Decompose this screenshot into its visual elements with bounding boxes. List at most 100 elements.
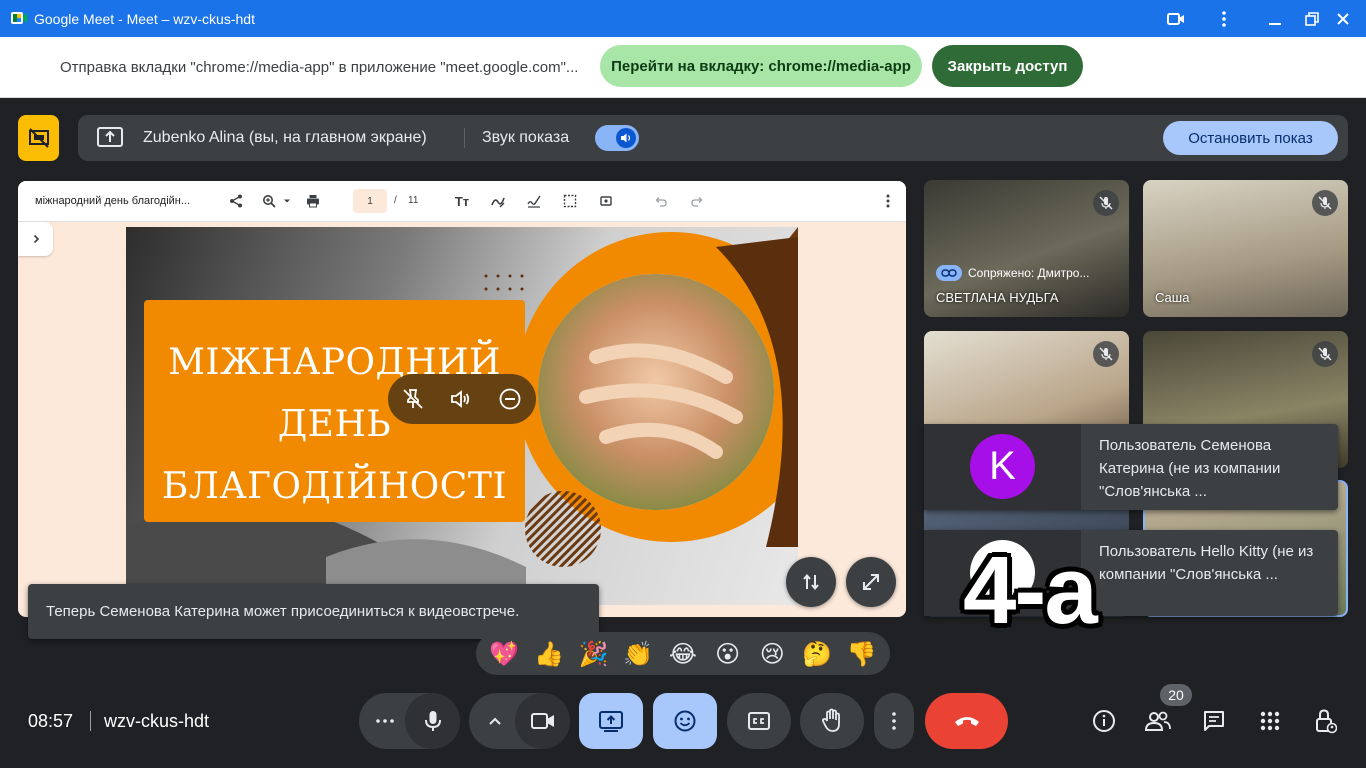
reaction-thumbs-up[interactable]: 👍 <box>531 640 567 668</box>
divider <box>90 711 91 731</box>
stop-sharing-button[interactable]: Остановить показ <box>1163 121 1338 155</box>
join-request-text: Пользователь Hello Kitty (не из компании… <box>1099 543 1314 583</box>
print-icon[interactable] <box>304 192 322 210</box>
volume-icon <box>616 128 636 148</box>
paired-device-chip: Сопряжено: Дмитро... <box>936 265 1089 281</box>
camera-button[interactable] <box>515 693 570 749</box>
close-access-button[interactable]: Закрыть доступ <box>932 45 1083 87</box>
meeting-info-icon[interactable] <box>1089 706 1119 736</box>
window-title: Google Meet - Meet – wzv-ckus-hdt <box>34 11 255 27</box>
videocam-icon <box>530 713 554 729</box>
participant-name: СВЕТЛАНА НУДЬГА <box>936 290 1059 305</box>
slide-title-line: БЛАГОДІЙНОСТІ <box>161 466 508 507</box>
join-request-text: Пользователь Семенова Катерина (не из ко… <box>1099 437 1281 500</box>
people-icon[interactable] <box>1143 706 1173 736</box>
participant-tile[interactable]: Саша <box>1143 180 1348 317</box>
camera-icon[interactable] <box>1165 8 1187 30</box>
reactions-bar: 💖 👍 🎉 👏 😂 😮 😢 🤔 👎 <box>476 632 890 675</box>
share-sound-label: Звук показа <box>482 129 570 146</box>
meet-logo-icon <box>10 9 28 27</box>
divider <box>464 128 465 148</box>
share-notice-message: Отправка вкладки "chrome://media-app" в … <box>60 59 579 76</box>
minimize-icon[interactable] <box>1264 8 1286 30</box>
chat-icon[interactable] <box>1199 706 1229 736</box>
paired-label: Сопряжено: Дмитро... <box>968 266 1090 280</box>
presenter-label: Zubenko Alina (вы, на главном экране) <box>143 129 427 146</box>
more-options-icon[interactable] <box>879 192 897 210</box>
meeting-code: wzv-ckus-hdt <box>104 711 210 731</box>
signature-icon[interactable] <box>525 192 543 210</box>
document-name: міжнародний день благодійн... <box>35 195 191 207</box>
unpin-icon[interactable] <box>401 387 425 411</box>
chevron-up-icon[interactable] <box>486 712 504 730</box>
swap-vert-icon[interactable] <box>786 557 836 607</box>
page-number-input[interactable]: 1 <box>353 189 387 213</box>
end-call-button[interactable] <box>925 693 1008 749</box>
kebab-menu-icon[interactable] <box>1213 8 1235 30</box>
presentation-off-icon[interactable] <box>18 115 59 161</box>
chevron-down-icon[interactable] <box>278 192 296 210</box>
share-icon[interactable] <box>227 192 245 210</box>
window-titlebar: Google Meet - Meet – wzv-ckus-hdt <box>0 0 1366 37</box>
zoom-icon[interactable] <box>260 192 278 210</box>
reaction-thinking[interactable]: 🤔 <box>799 640 835 668</box>
present-to-all-icon <box>599 711 623 732</box>
host-controls-icon[interactable] <box>1310 706 1340 736</box>
microphone-button[interactable] <box>405 693 460 749</box>
goto-tab-button[interactable]: Перейти на вкладку: chrome://media-app <box>600 45 922 87</box>
mic-off-icon <box>1093 190 1119 216</box>
participant-name: Саша <box>1155 290 1190 305</box>
pen-icon[interactable] <box>489 192 507 210</box>
page-total: 11 <box>408 195 419 206</box>
captions-button[interactable] <box>727 693 791 749</box>
fullscreen-icon[interactable] <box>846 557 896 607</box>
slide-title: МІЖНАРОДНИЙ ДЕНЬ БЛАГОДІЙНОСТІ <box>144 332 525 518</box>
join-request-card[interactable]: K Пользователь Семенова Катерина (не из … <box>924 424 1338 510</box>
media-viewer-toolbar: міжнародний день благодійн... 1 / 11 Tт <box>18 181 906 222</box>
close-icon[interactable] <box>1332 8 1354 30</box>
participant-count-badge: 20 <box>1160 684 1192 706</box>
meeting-clock: 08:57 <box>28 711 74 731</box>
emoji-icon <box>674 710 696 732</box>
select-area-icon[interactable] <box>561 192 579 210</box>
reaction-thumbs-down[interactable]: 👎 <box>844 640 880 668</box>
raise-hand-icon <box>821 708 840 732</box>
redo-icon[interactable] <box>688 192 706 210</box>
text-tool-icon[interactable]: Tт <box>453 192 471 210</box>
rotate-icon[interactable] <box>597 192 615 210</box>
present-screen-icon <box>96 125 124 151</box>
share-sound-toggle[interactable] <box>595 125 639 151</box>
volume-icon[interactable] <box>449 387 473 411</box>
emoji-reactions-button[interactable] <box>653 693 717 749</box>
present-screen-button[interactable] <box>579 693 643 749</box>
closed-caption-icon <box>748 712 770 730</box>
undo-icon[interactable] <box>652 192 670 210</box>
restore-icon[interactable] <box>1301 8 1323 30</box>
overlay-sticker-text: 4-а <box>963 537 1098 644</box>
mic-off-icon <box>1093 341 1119 367</box>
participant-tile[interactable]: Сопряжено: Дмитро... СВЕТЛАНА НУДЬГА <box>924 180 1129 317</box>
page-separator: / <box>394 195 397 206</box>
remove-circle-icon[interactable] <box>498 387 522 411</box>
chevron-right-icon[interactable] <box>18 222 53 256</box>
avatar: K <box>970 434 1035 499</box>
activities-icon[interactable] <box>1255 706 1285 736</box>
reaction-clapping[interactable]: 👏 <box>620 640 656 668</box>
link-icon <box>936 265 962 281</box>
reaction-joy[interactable]: 😂 <box>665 640 701 668</box>
more-options-button[interactable] <box>874 693 914 749</box>
snackbar-toast: Теперь Семенова Катерина может присоедин… <box>28 584 599 639</box>
more-audio-options-icon[interactable] <box>373 712 397 730</box>
media-overlay-controls <box>388 374 536 424</box>
microphone-icon <box>424 711 441 731</box>
slide-image: МІЖНАРОДНИЙ ДЕНЬ БЛАГОДІЙНОСТІ <box>126 227 798 605</box>
raise-hand-button[interactable] <box>800 693 864 749</box>
kebab-menu-icon <box>892 712 896 730</box>
mic-off-icon <box>1312 341 1338 367</box>
presenting-bar: Zubenko Alina (вы, на главном экране) Зв… <box>78 115 1348 161</box>
reaction-surprised[interactable]: 😮 <box>710 640 746 668</box>
mic-off-icon <box>1312 190 1338 216</box>
reaction-crying[interactable]: 😢 <box>754 640 790 668</box>
reaction-party-popper[interactable]: 🎉 <box>576 640 612 668</box>
reaction-sparkling-heart[interactable]: 💖 <box>486 640 522 668</box>
